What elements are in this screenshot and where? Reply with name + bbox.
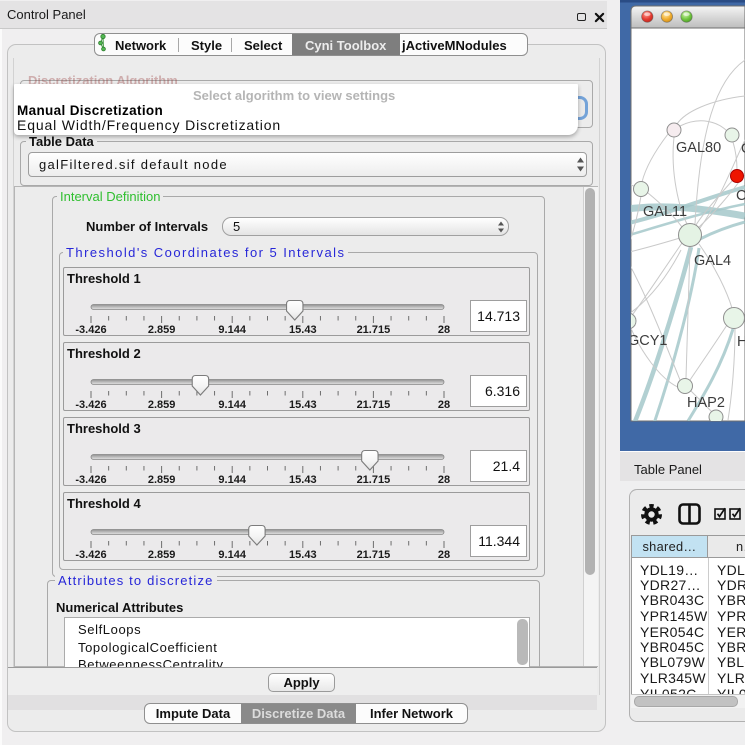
svg-text:C: C bbox=[736, 188, 745, 204]
svg-text:GA: GA bbox=[741, 141, 745, 157]
svg-text:GAL11: GAL11 bbox=[643, 204, 687, 220]
svg-text:9.144: 9.144 bbox=[218, 324, 246, 336]
svg-text:9.144: 9.144 bbox=[218, 399, 246, 411]
svg-text:-3.426: -3.426 bbox=[75, 474, 106, 486]
svg-text:GAL80: GAL80 bbox=[676, 140, 721, 156]
svg-text:2.859: 2.859 bbox=[148, 399, 176, 411]
svg-text:2.859: 2.859 bbox=[148, 474, 176, 486]
svg-text:21.715: 21.715 bbox=[357, 324, 391, 336]
svg-text:HAP2: HAP2 bbox=[687, 395, 725, 411]
svg-text:28: 28 bbox=[438, 399, 450, 411]
svg-text:15.43: 15.43 bbox=[289, 474, 317, 486]
svg-text:2.859: 2.859 bbox=[148, 324, 176, 336]
svg-text:-3.426: -3.426 bbox=[75, 549, 106, 561]
svg-text:HI: HI bbox=[737, 334, 745, 350]
svg-text:9.144: 9.144 bbox=[218, 474, 246, 486]
svg-text:-3.426: -3.426 bbox=[75, 399, 106, 411]
svg-text:9.144: 9.144 bbox=[218, 549, 246, 561]
svg-text:21.715: 21.715 bbox=[357, 399, 391, 411]
svg-text:-3.426: -3.426 bbox=[75, 324, 106, 336]
svg-text:15.43: 15.43 bbox=[289, 399, 317, 411]
svg-text:GAL4: GAL4 bbox=[694, 253, 731, 269]
svg-text:2.859: 2.859 bbox=[148, 549, 176, 561]
svg-text:28: 28 bbox=[438, 549, 450, 561]
svg-text:28: 28 bbox=[438, 474, 450, 486]
svg-text:21.715: 21.715 bbox=[357, 549, 391, 561]
svg-text:21.715: 21.715 bbox=[357, 474, 391, 486]
svg-text:15.43: 15.43 bbox=[289, 324, 317, 336]
svg-text:15.43: 15.43 bbox=[289, 549, 317, 561]
svg-text:GCY1: GCY1 bbox=[628, 333, 668, 349]
svg-text:28: 28 bbox=[438, 324, 450, 336]
